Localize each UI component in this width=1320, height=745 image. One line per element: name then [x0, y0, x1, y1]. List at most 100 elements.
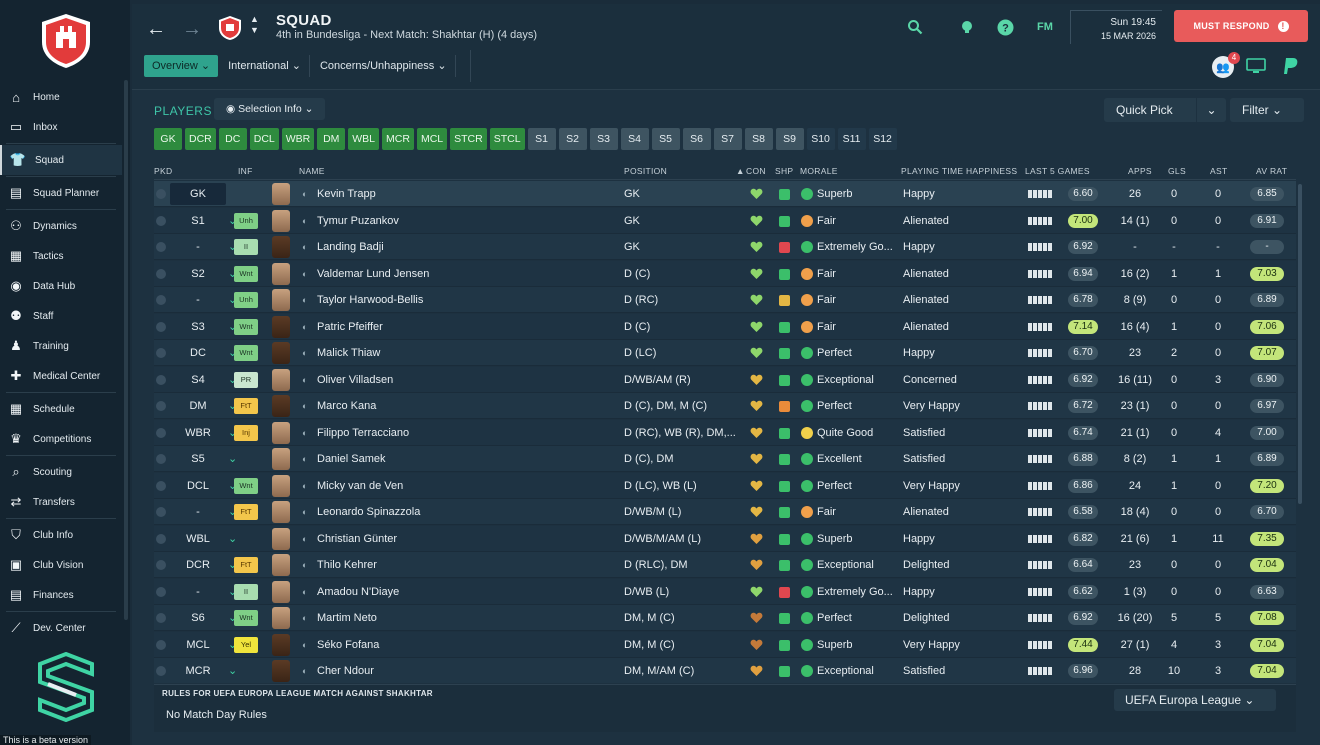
sidebar-item-staff[interactable]: ⚉ Staff: [0, 301, 122, 331]
player-face[interactable]: [272, 580, 290, 603]
position-chip-dcr[interactable]: DCR: [185, 128, 216, 150]
player-name[interactable]: Oliver Villadsen: [317, 367, 393, 393]
position-chip-mcl[interactable]: MCL: [416, 128, 448, 150]
col-con[interactable]: CON: [746, 166, 766, 176]
chevron-down-icon[interactable]: ⌄: [1196, 98, 1226, 122]
sidebar-item-schedule[interactable]: ▦ Schedule: [0, 394, 122, 424]
select-checkbox[interactable]: [156, 348, 166, 358]
screen-icon[interactable]: [1246, 58, 1266, 74]
player-name[interactable]: Thilo Kehrer: [317, 552, 377, 578]
player-name[interactable]: Landing Badji: [317, 234, 384, 260]
player-name[interactable]: Christian Günter: [317, 526, 397, 552]
help-icon[interactable]: ?: [996, 18, 1014, 36]
table-row[interactable]: MCR ⌄ ◐ Cher Ndour DM, M/AM (C) Exceptional Sa…: [154, 658, 1296, 683]
select-checkbox[interactable]: [156, 454, 166, 464]
picked-position-select[interactable]: WBR ⌄: [170, 422, 237, 444]
table-row[interactable]: S3 ⌄ Wnt ◐ Patric Pfeiffer D (C) Fair Alienated…: [154, 313, 1296, 340]
col-name[interactable]: NAME: [299, 166, 325, 176]
sidebar-item-data-hub[interactable]: ◉ Data Hub: [0, 271, 122, 301]
position-chip-s11[interactable]: S11: [837, 128, 866, 150]
player-name[interactable]: Leonardo Spinazzola: [317, 499, 420, 525]
picked-position-select[interactable]: DCR ⌄: [170, 554, 237, 576]
player-name[interactable]: Kevin Trapp: [317, 181, 376, 207]
picked-position-select[interactable]: S2 ⌄: [170, 263, 237, 285]
sidebar-item-transfers[interactable]: ⇄ Transfers: [0, 487, 122, 517]
picked-position-select[interactable]: S4 ⌄: [170, 369, 237, 391]
select-checkbox[interactable]: [156, 560, 166, 570]
table-row[interactable]: - ⌄ II ◐ Amadou N'Diaye D/WB (L) Extremely Go.…: [154, 578, 1296, 605]
player-face[interactable]: [272, 554, 290, 576]
sidebar-item-tactics[interactable]: ▦ Tactics: [0, 241, 122, 271]
select-checkbox[interactable]: [156, 533, 166, 544]
sidebar-item-scouting[interactable]: ⌕ Scouting: [0, 457, 122, 487]
player-face[interactable]: [272, 448, 290, 470]
position-chip-s1[interactable]: S1: [527, 128, 556, 150]
col-morale[interactable]: MORALE: [800, 166, 838, 176]
player-name[interactable]: Micky van de Ven: [317, 473, 403, 499]
picked-position-select[interactable]: S1 ⌄: [170, 210, 237, 232]
table-row[interactable]: - ⌄ II ◐ Landing Badji GK Extremely Go... Happy…: [154, 234, 1296, 260]
back-arrow-icon[interactable]: ←: [146, 18, 166, 41]
table-row[interactable]: DM ⌄ FtT ◐ Marco Kana D (C), DM, M (C) Perfect…: [154, 393, 1296, 419]
position-chip-s2[interactable]: S2: [558, 128, 587, 150]
player-name[interactable]: Marco Kana: [317, 393, 376, 419]
position-chip-s8[interactable]: S8: [744, 128, 773, 150]
tab-concerns-unhappiness[interactable]: Concerns/Unhappiness ⌄: [312, 55, 456, 77]
sidebar-item-squad[interactable]: 👕 Squad: [0, 145, 122, 175]
picked-position-select[interactable]: - ⌄: [170, 236, 237, 258]
position-chip-wbl[interactable]: WBL: [348, 128, 380, 150]
select-checkbox[interactable]: [156, 295, 166, 305]
table-row[interactable]: S2 ⌄ Wnt ◐ Valdemar Lund Jensen D (C) Fair Alie…: [154, 260, 1296, 287]
player-face[interactable]: [272, 183, 290, 205]
picked-position-select[interactable]: S5 ⌄: [170, 448, 237, 470]
player-name[interactable]: Martim Neto: [317, 605, 377, 631]
col-shp[interactable]: SHP: [775, 166, 793, 176]
sidebar-scrollbar[interactable]: [124, 80, 128, 620]
table-row[interactable]: MCL ⌄ Yel ◐ Séko Fofana DM, M (C) Superb Very H…: [154, 631, 1296, 658]
position-chip-s5[interactable]: S5: [651, 128, 680, 150]
picked-position-select[interactable]: GK: [170, 183, 226, 205]
picked-position-select[interactable]: DC ⌄: [170, 342, 237, 364]
select-checkbox[interactable]: [156, 215, 166, 226]
select-checkbox[interactable]: [156, 480, 166, 491]
forward-arrow-icon[interactable]: →: [182, 18, 202, 41]
player-name[interactable]: Cher Ndour: [317, 658, 374, 683]
filter-button[interactable]: Filter ⌄: [1230, 98, 1304, 122]
table-row[interactable]: - ⌄ Unh ◐ Taylor Harwood-Bellis D (RC) Fair Ali…: [154, 287, 1296, 313]
select-checkbox[interactable]: [156, 639, 166, 650]
player-name[interactable]: Amadou N'Diaye: [317, 579, 399, 605]
sidebar-item-inbox[interactable]: ▭ Inbox: [0, 112, 122, 142]
table-row[interactable]: DCL ⌄ Wnt ◐ Micky van de Ven D (LC), WB (L) Pe…: [154, 472, 1296, 499]
player-face[interactable]: [272, 421, 290, 444]
col-gls[interactable]: GLS: [1168, 166, 1186, 176]
sidebar-item-medical-center[interactable]: ✚ Medical Center: [0, 361, 122, 391]
select-checkbox[interactable]: [156, 666, 166, 676]
player-face[interactable]: [272, 501, 290, 523]
select-checkbox[interactable]: [156, 242, 166, 252]
picked-position-select[interactable]: MCR ⌄: [170, 660, 237, 682]
position-chip-s3[interactable]: S3: [589, 128, 618, 150]
fm-menu-icon[interactable]: FM: [1036, 18, 1054, 36]
table-row[interactable]: S6 ⌄ Wnt ◐ Martim Neto DM, M (C) Perfect Deligh…: [154, 605, 1296, 631]
position-chip-s4[interactable]: S4: [620, 128, 649, 150]
col-avrat[interactable]: AV RAT: [1256, 166, 1287, 176]
club-crest-logo[interactable]: [38, 12, 94, 70]
position-chip-mcr[interactable]: MCR: [382, 128, 414, 150]
sidebar-item-training[interactable]: ♟ Training: [0, 331, 122, 361]
position-chip-stcl[interactable]: STCL: [489, 128, 525, 150]
position-chip-dc[interactable]: DC: [218, 128, 247, 150]
picked-position-select[interactable]: S6 ⌄: [170, 607, 237, 629]
table-row[interactable]: WBR ⌄ Inj ◐ Filippo Terracciano D (RC), WB (R…: [154, 419, 1296, 446]
position-chip-dm[interactable]: DM: [317, 128, 346, 150]
selection-info-dropdown[interactable]: ◉ Selection Info ⌄: [214, 98, 326, 120]
player-face[interactable]: [272, 262, 290, 285]
player-face[interactable]: [272, 209, 290, 232]
picked-position-select[interactable]: DCL ⌄: [170, 475, 237, 497]
table-scrollbar[interactable]: [1298, 184, 1302, 504]
sidebar-item-dev-center[interactable]: ⟋ Dev. Center: [0, 613, 122, 643]
picked-position-select[interactable]: - ⌄: [170, 501, 237, 523]
table-row[interactable]: GK ◐ Kevin Trapp GK Superb Happy 6.60 26 0 0 6.85: [154, 181, 1296, 207]
player-face[interactable]: [272, 342, 290, 364]
select-checkbox[interactable]: [156, 189, 166, 199]
sidebar-item-squad-planner[interactable]: ▤ Squad Planner: [0, 178, 122, 208]
